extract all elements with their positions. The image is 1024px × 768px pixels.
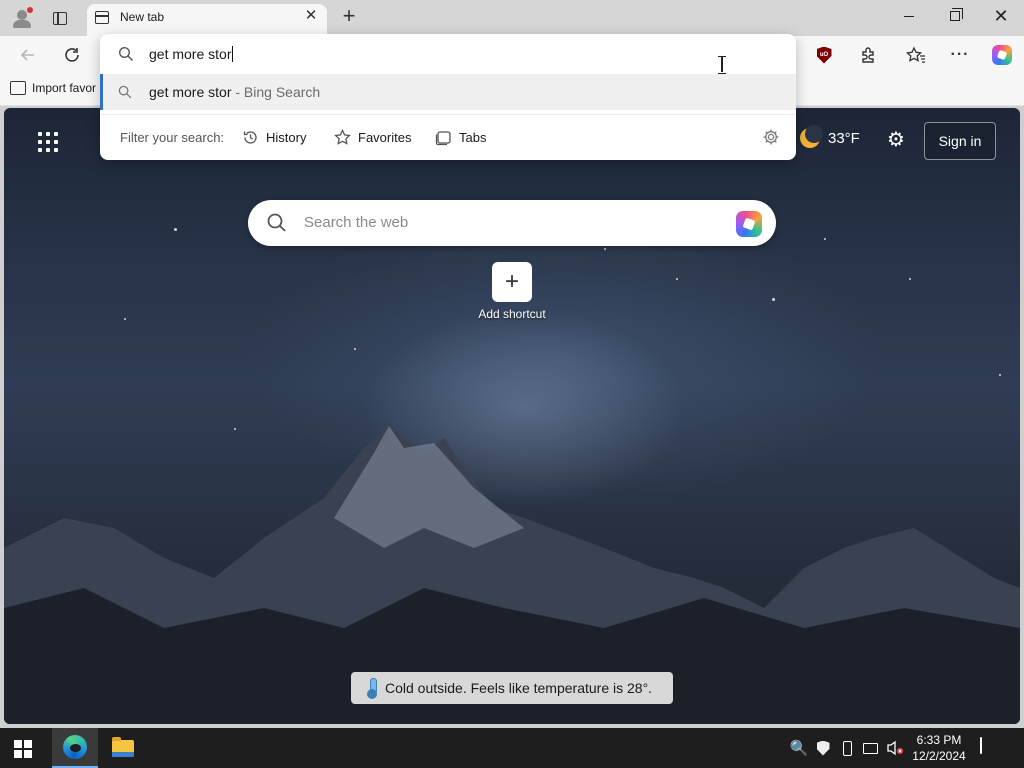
battery-icon[interactable] [838,739,856,757]
taskbar-file-explorer[interactable] [100,728,146,768]
moon-icon [800,125,823,148]
tray-search-icon[interactable]: 🔍 [790,739,809,757]
add-shortcut-button[interactable]: + Add shortcut [472,262,552,321]
network-icon[interactable] [861,739,879,757]
copilot-icon[interactable] [736,211,762,237]
windows-start-icon[interactable] [14,740,32,758]
filter-favorites[interactable]: Favorites [334,129,411,146]
weather-tip[interactable]: Cold outside. Feels like temperature is … [351,672,673,704]
edge-icon [63,735,87,759]
taskbar-edge[interactable] [52,728,98,768]
tab-new-tab[interactable]: New tab ✕ [87,4,327,36]
extensions-icon [862,47,874,63]
tab-title: New tab [120,10,165,24]
weather-widget[interactable]: 33°F [800,125,860,148]
refresh-button[interactable] [58,41,86,69]
ublock-button[interactable]: uO [810,41,838,69]
weather-temperature: 33°F [828,129,860,147]
address-bar-value: get more stor [149,46,234,62]
suggestion-text: get more stor - Bing Search [149,84,321,100]
taskbar-clock[interactable]: 6:33 PM 12/2/2024 [908,732,970,764]
refresh-icon [65,48,79,62]
defender-icon[interactable] [814,739,832,757]
import-icon [10,81,26,95]
profile-icon[interactable] [10,6,34,30]
extensions-button[interactable] [854,41,882,69]
clock-date: 12/2/2024 [912,749,966,763]
thermometer-icon [367,678,377,699]
suggestion-bing-search[interactable]: get more stor - Bing Search [100,74,796,110]
new-tab-page: 33°F ⚙ Sign in Search the web + Add shor… [4,108,1020,724]
sign-in-button[interactable]: Sign in [924,122,996,160]
ublock-icon: uO [816,46,832,64]
tabs-icon [435,131,451,146]
restore-button[interactable] [932,0,978,32]
filter-tabs[interactable]: Tabs [435,129,486,146]
close-icon[interactable]: ✕ [303,8,319,24]
taskbar: 🔍 6:33 PM 12/2/2024 [0,728,1024,768]
web-search-box[interactable]: Search the web [248,200,776,246]
window-close-button[interactable]: ✕ [978,0,1024,32]
back-button[interactable] [14,41,42,69]
plus-icon: + [342,3,356,28]
add-shortcut-label: Add shortcut [478,307,546,321]
file-explorer-icon [112,736,134,757]
import-favorites-button[interactable]: Import favor [10,81,96,95]
search-icon [118,85,132,99]
import-favorites-label: Import favor [32,81,97,95]
address-bar-dropdown: get more stor get more stor - Bing Searc… [100,34,796,160]
star-icon [334,129,351,145]
text-cursor [718,56,726,74]
more-button[interactable]: ··· [946,41,974,69]
favorites-icon [906,46,925,63]
volume-muted-icon[interactable] [886,739,904,757]
title-bar: New tab ✕ + ✕ [0,0,1024,36]
more-icon: ··· [950,46,970,63]
copilot-icon [992,45,1012,65]
favorites-button[interactable] [902,41,930,69]
filter-favorites-label: Favorites [358,130,412,145]
filter-tabs-label: Tabs [459,130,487,145]
plus-icon: + [492,262,532,302]
page-settings-icon[interactable]: ⚙ [884,128,908,152]
copilot-button[interactable] [988,41,1016,69]
history-icon [243,131,257,144]
new-tab-button[interactable]: + [336,4,362,30]
app-launcher-icon[interactable] [38,132,58,152]
gear-icon[interactable] [762,128,780,146]
weather-tip-text: Cold outside. Feels like temperature is … [385,680,653,696]
search-placeholder: Search the web [304,214,409,231]
clock-time: 6:33 PM [916,733,962,747]
address-bar[interactable]: get more stor [100,34,796,74]
filter-history-label: History [266,130,307,145]
search-icon [267,213,286,232]
search-filters: Filter your search: History Favorites Ta… [100,114,796,158]
minimize-button[interactable] [886,0,932,32]
filter-label: Filter your search: [120,130,225,145]
tab-actions-icon[interactable] [48,6,72,30]
search-icon [118,46,133,61]
back-icon [20,49,34,61]
newtab-page-icon [95,11,109,24]
filter-history[interactable]: History [242,129,306,146]
notifications-icon[interactable] [980,737,1000,758]
